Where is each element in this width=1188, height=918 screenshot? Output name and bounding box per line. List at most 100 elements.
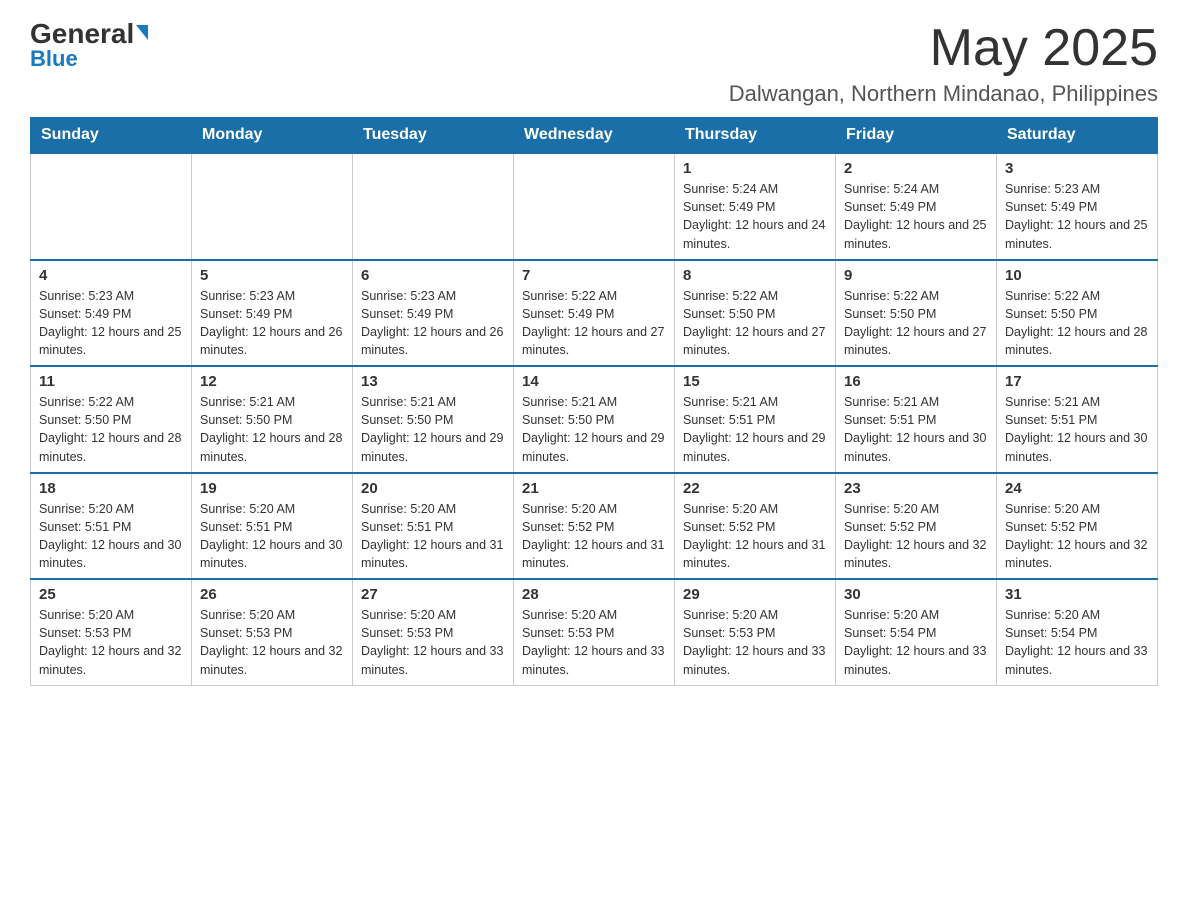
week-row-1: 1 Sunrise: 5:24 AMSunset: 5:49 PMDaylight…	[31, 153, 1158, 260]
day-info: Sunrise: 5:20 AMSunset: 5:51 PMDaylight:…	[200, 500, 344, 573]
day-info: Sunrise: 5:20 AMSunset: 5:51 PMDaylight:…	[361, 500, 505, 573]
day-info: Sunrise: 5:20 AMSunset: 5:52 PMDaylight:…	[683, 500, 827, 573]
day-number: 2	[844, 160, 988, 177]
day-cell-w4-d5: 22 Sunrise: 5:20 AMSunset: 5:52 PMDayligh…	[675, 473, 836, 580]
day-number: 4	[39, 267, 183, 284]
col-monday: Monday	[192, 118, 353, 154]
page-header: General Blue May 2025 Dalwangan, Norther…	[30, 20, 1158, 107]
day-info: Sunrise: 5:22 AMSunset: 5:50 PMDaylight:…	[1005, 287, 1149, 360]
day-info: Sunrise: 5:20 AMSunset: 5:52 PMDaylight:…	[522, 500, 666, 573]
day-number: 21	[522, 480, 666, 497]
day-number: 24	[1005, 480, 1149, 497]
day-number: 8	[683, 267, 827, 284]
day-info: Sunrise: 5:20 AMSunset: 5:52 PMDaylight:…	[1005, 500, 1149, 573]
day-info: Sunrise: 5:20 AMSunset: 5:53 PMDaylight:…	[361, 606, 505, 679]
day-cell-w5-d6: 30Sunrise: 5:20 AMSunset: 5:54 PMDayligh…	[836, 579, 997, 685]
col-tuesday: Tuesday	[353, 118, 514, 154]
calendar-header-row: Sunday Monday Tuesday Wednesday Thursday…	[31, 118, 1158, 154]
day-cell-w1-d7: 3Sunrise: 5:23 AMSunset: 5:49 PMDaylight…	[997, 153, 1158, 260]
calendar-table: Sunday Monday Tuesday Wednesday Thursday…	[30, 117, 1158, 686]
location-title: Dalwangan, Northern Mindanao, Philippine…	[729, 81, 1158, 107]
day-info: Sunrise: 5:22 AMSunset: 5:49 PMDaylight:…	[522, 287, 666, 360]
day-info: Sunrise: 5:24 AMSunset: 5:49 PMDaylight:…	[683, 180, 827, 253]
col-thursday: Thursday	[675, 118, 836, 154]
logo-blue: Blue	[30, 46, 78, 72]
day-info: Sunrise: 5:20 AMSunset: 5:53 PMDaylight:…	[200, 606, 344, 679]
day-number: 3	[1005, 160, 1149, 177]
day-cell-w1-d3	[353, 153, 514, 260]
day-number: 18	[39, 480, 183, 497]
day-number: 19	[200, 480, 344, 497]
day-number: 5	[200, 267, 344, 284]
day-number: 14	[522, 373, 666, 390]
day-number: 7	[522, 267, 666, 284]
day-info: Sunrise: 5:20 AMSunset: 5:53 PMDaylight:…	[522, 606, 666, 679]
day-cell-w1-d5: 1 Sunrise: 5:24 AMSunset: 5:49 PMDaylight…	[675, 153, 836, 260]
day-number: 30	[844, 586, 988, 603]
day-info: Sunrise: 5:22 AMSunset: 5:50 PMDaylight:…	[683, 287, 827, 360]
day-info: Sunrise: 5:23 AMSunset: 5:49 PMDaylight:…	[200, 287, 344, 360]
week-row-2: 4 Sunrise: 5:23 AMSunset: 5:49 PMDaylight…	[31, 260, 1158, 367]
day-cell-w2-d1: 4Sunrise: 5:23 AMSunset: 5:49 PMDaylight…	[31, 260, 192, 367]
day-cell-w2-d7: 10Sunrise: 5:22 AMSunset: 5:50 PMDayligh…	[997, 260, 1158, 367]
day-info: Sunrise: 5:23 AMSunset: 5:49 PMDaylight:…	[361, 287, 505, 360]
day-info: Sunrise: 5:24 AMSunset: 5:49 PMDaylight:…	[844, 180, 988, 253]
day-info: Sunrise: 5:20 AMSunset: 5:52 PMDaylight:…	[844, 500, 988, 573]
day-info: Sunrise: 5:21 AMSunset: 5:50 PMDaylight:…	[522, 393, 666, 466]
title-block: May 2025 Dalwangan, Northern Mindanao, P…	[729, 20, 1158, 107]
day-number: 27	[361, 586, 505, 603]
day-number: 17	[1005, 373, 1149, 390]
day-cell-w2-d3: 6 Sunrise: 5:23 AMSunset: 5:49 PMDaylight…	[353, 260, 514, 367]
col-friday: Friday	[836, 118, 997, 154]
day-number: 25	[39, 586, 183, 603]
day-cell-w1-d1	[31, 153, 192, 260]
day-cell-w4-d1: 18 Sunrise: 5:20 AMSunset: 5:51 PMDayligh…	[31, 473, 192, 580]
day-cell-w5-d4: 28 Sunrise: 5:20 AMSunset: 5:53 PMDayligh…	[514, 579, 675, 685]
col-sunday: Sunday	[31, 118, 192, 154]
col-saturday: Saturday	[997, 118, 1158, 154]
day-number: 28	[522, 586, 666, 603]
day-cell-w3-d5: 15Sunrise: 5:21 AMSunset: 5:51 PMDayligh…	[675, 366, 836, 473]
week-row-3: 11Sunrise: 5:22 AMSunset: 5:50 PMDayligh…	[31, 366, 1158, 473]
logo: General Blue	[30, 20, 148, 72]
week-row-5: 25 Sunrise: 5:20 AMSunset: 5:53 PMDayligh…	[31, 579, 1158, 685]
day-cell-w3-d6: 16Sunrise: 5:21 AMSunset: 5:51 PMDayligh…	[836, 366, 997, 473]
day-info: Sunrise: 5:21 AMSunset: 5:50 PMDaylight:…	[361, 393, 505, 466]
day-number: 6	[361, 267, 505, 284]
day-cell-w2-d5: 8 Sunrise: 5:22 AMSunset: 5:50 PMDaylight…	[675, 260, 836, 367]
day-cell-w5-d1: 25 Sunrise: 5:20 AMSunset: 5:53 PMDayligh…	[31, 579, 192, 685]
day-cell-w4-d4: 21 Sunrise: 5:20 AMSunset: 5:52 PMDayligh…	[514, 473, 675, 580]
day-info: Sunrise: 5:21 AMSunset: 5:51 PMDaylight:…	[1005, 393, 1149, 466]
day-info: Sunrise: 5:20 AMSunset: 5:51 PMDaylight:…	[39, 500, 183, 573]
day-cell-w1-d4	[514, 153, 675, 260]
day-number: 12	[200, 373, 344, 390]
day-number: 26	[200, 586, 344, 603]
day-number: 1	[683, 160, 827, 177]
day-number: 23	[844, 480, 988, 497]
day-number: 9	[844, 267, 988, 284]
day-cell-w5-d5: 29Sunrise: 5:20 AMSunset: 5:53 PMDayligh…	[675, 579, 836, 685]
day-info: Sunrise: 5:21 AMSunset: 5:51 PMDaylight:…	[683, 393, 827, 466]
day-cell-w3-d4: 14 Sunrise: 5:21 AMSunset: 5:50 PMDayligh…	[514, 366, 675, 473]
day-cell-w5-d2: 26 Sunrise: 5:20 AMSunset: 5:53 PMDayligh…	[192, 579, 353, 685]
col-wednesday: Wednesday	[514, 118, 675, 154]
day-number: 22	[683, 480, 827, 497]
day-cell-w3-d7: 17 Sunrise: 5:21 AMSunset: 5:51 PMDayligh…	[997, 366, 1158, 473]
day-cell-w4-d3: 20 Sunrise: 5:20 AMSunset: 5:51 PMDayligh…	[353, 473, 514, 580]
month-title: May 2025	[729, 20, 1158, 77]
day-info: Sunrise: 5:20 AMSunset: 5:53 PMDaylight:…	[39, 606, 183, 679]
day-number: 20	[361, 480, 505, 497]
day-cell-w3-d1: 11Sunrise: 5:22 AMSunset: 5:50 PMDayligh…	[31, 366, 192, 473]
day-cell-w5-d3: 27 Sunrise: 5:20 AMSunset: 5:53 PMDayligh…	[353, 579, 514, 685]
day-number: 13	[361, 373, 505, 390]
day-number: 31	[1005, 586, 1149, 603]
day-number: 11	[39, 373, 183, 390]
week-row-4: 18 Sunrise: 5:20 AMSunset: 5:51 PMDayligh…	[31, 473, 1158, 580]
day-cell-w4-d6: 23 Sunrise: 5:20 AMSunset: 5:52 PMDayligh…	[836, 473, 997, 580]
day-cell-w1-d2	[192, 153, 353, 260]
day-cell-w2-d6: 9Sunrise: 5:22 AMSunset: 5:50 PMDaylight…	[836, 260, 997, 367]
day-info: Sunrise: 5:20 AMSunset: 5:54 PMDaylight:…	[1005, 606, 1149, 679]
day-number: 16	[844, 373, 988, 390]
day-cell-w2-d4: 7 Sunrise: 5:22 AMSunset: 5:49 PMDaylight…	[514, 260, 675, 367]
day-cell-w4-d2: 19 Sunrise: 5:20 AMSunset: 5:51 PMDayligh…	[192, 473, 353, 580]
